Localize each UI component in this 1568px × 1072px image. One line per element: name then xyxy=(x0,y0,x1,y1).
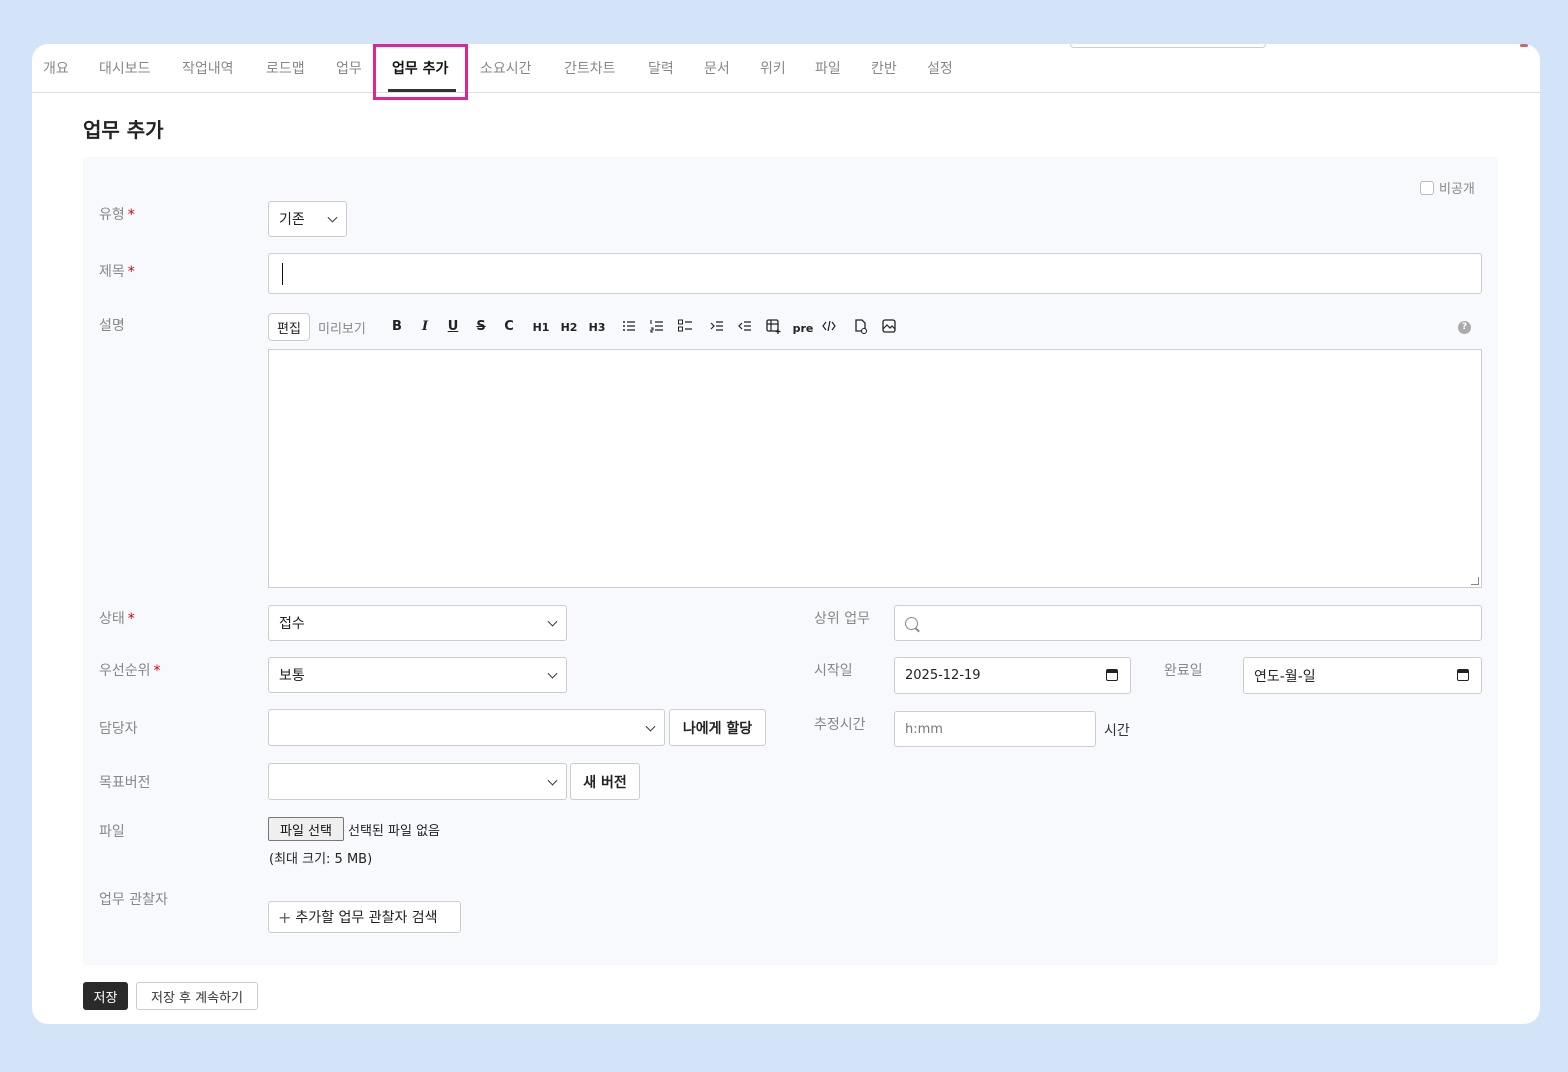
tab-files[interactable]: 파일 xyxy=(815,58,841,78)
outdent-icon[interactable] xyxy=(736,319,754,337)
status-select[interactable]: 접수 xyxy=(268,605,567,641)
tab-roadmap[interactable]: 로드맵 xyxy=(266,58,305,78)
calendar-icon[interactable] xyxy=(1106,669,1118,681)
description-label: 설명 xyxy=(99,318,125,334)
resize-handle-icon[interactable] xyxy=(1471,577,1479,585)
estimated-time-input[interactable]: h:mm xyxy=(894,711,1096,747)
tab-edit[interactable]: 편집 xyxy=(268,313,310,341)
heading1-icon[interactable]: H1 xyxy=(532,321,550,334)
heading3-icon[interactable]: H3 xyxy=(588,321,606,334)
chevron-down-icon xyxy=(547,775,558,786)
editor-toolbar: 편집 미리보기 B I U S C H1 H2 H3 pre ? xyxy=(268,312,1482,342)
hours-unit-label: 시간 xyxy=(1104,723,1130,739)
tab-calendar[interactable]: 달력 xyxy=(648,58,674,78)
assign-to-me-button[interactable]: 나에게 할당 xyxy=(669,709,766,746)
new-issue-form: 비공개 유형 * 기존 제목 * 설명 편집 미리보기 B I U S C H1 H… xyxy=(83,157,1498,965)
tab-time-entries[interactable]: 소요시간 xyxy=(480,58,532,78)
task-list-icon[interactable] xyxy=(676,319,694,337)
tab-activity[interactable]: 작업내역 xyxy=(182,58,234,78)
tab-kanban[interactable]: 칸반 xyxy=(871,58,897,78)
tab-dashboard[interactable]: 대시보드 xyxy=(99,58,151,78)
chevron-down-icon xyxy=(327,212,338,223)
parent-issue-input[interactable] xyxy=(894,605,1482,641)
project-tabs: 개요 대시보드 작업내역 로드맵 업무 업무 추가 소요시간 간트차트 달력 문… xyxy=(32,44,1540,100)
due-date-label: 완료일 xyxy=(1164,663,1203,679)
bold-icon[interactable]: B xyxy=(388,319,406,334)
target-version-label: 목표버전 xyxy=(99,775,151,791)
plus-icon: + xyxy=(278,907,292,927)
chevron-down-icon xyxy=(645,721,656,732)
page-title: 업무 추가 xyxy=(83,118,164,142)
calendar-icon[interactable] xyxy=(1457,669,1469,681)
assignee-select[interactable] xyxy=(268,709,665,746)
type-label: 유형 * xyxy=(99,207,135,223)
max-size-note: (최대 크기: 5 MB) xyxy=(269,852,373,867)
help-icon[interactable]: ? xyxy=(1458,321,1471,334)
description-textarea[interactable] xyxy=(268,349,1482,588)
heading2-icon[interactable]: H2 xyxy=(560,321,578,334)
start-date-label: 시작일 xyxy=(814,663,853,679)
save-button[interactable]: 저장 xyxy=(83,982,128,1010)
watchers-label: 업무 관찰자 xyxy=(99,892,168,908)
chevron-down-icon xyxy=(547,668,558,679)
no-file-text: 선택된 파일 없음 xyxy=(348,824,440,839)
parent-issue-label: 상위 업무 xyxy=(814,611,870,627)
tab-preview[interactable]: 미리보기 xyxy=(310,313,374,341)
numbered-list-icon[interactable] xyxy=(648,319,666,337)
tab-wiki[interactable]: 위키 xyxy=(760,58,786,78)
priority-label: 우선순위 * xyxy=(99,663,161,679)
estimated-time-label: 추정시간 xyxy=(814,717,866,733)
inline-code-icon[interactable]: C xyxy=(500,319,518,334)
file-label: 파일 xyxy=(99,824,125,840)
tab-documents[interactable]: 문서 xyxy=(704,58,730,78)
code-block-icon[interactable] xyxy=(820,319,838,337)
app-window: 개요 대시보드 작업내역 로드맵 업무 업무 추가 소요시간 간트차트 달력 문… xyxy=(32,44,1540,1024)
start-date-input[interactable]: 2025-12-19 xyxy=(894,657,1131,694)
subject-label: 제목 * xyxy=(99,264,135,280)
indent-icon[interactable] xyxy=(708,319,726,337)
due-date-input[interactable]: 연도-월-일 xyxy=(1243,657,1482,694)
italic-icon[interactable]: I xyxy=(416,319,434,334)
bullet-list-icon[interactable] xyxy=(620,319,638,337)
save-and-continue-button[interactable]: 저장 후 계속하기 xyxy=(136,982,258,1010)
attach-file-icon[interactable] xyxy=(852,319,870,338)
chevron-down-icon xyxy=(547,616,558,627)
checkbox-icon[interactable] xyxy=(1420,180,1434,195)
type-select[interactable]: 기존 xyxy=(268,201,347,237)
priority-select[interactable]: 보통 xyxy=(268,657,567,693)
text-cursor xyxy=(282,262,283,285)
subject-input[interactable] xyxy=(268,253,1482,294)
underline-icon[interactable]: U xyxy=(444,319,462,334)
strikethrough-icon[interactable]: S xyxy=(472,319,490,334)
image-icon[interactable] xyxy=(880,319,898,337)
tab-gantt[interactable]: 간트차트 xyxy=(564,58,616,78)
target-version-select[interactable] xyxy=(268,763,567,800)
private-label: 비공개 xyxy=(1439,182,1475,197)
tab-settings[interactable]: 설정 xyxy=(927,58,953,78)
search-watchers-button[interactable]: + 추가할 업무 관찰자 검색 xyxy=(268,901,461,933)
tab-issues[interactable]: 업무 xyxy=(336,58,362,78)
pre-icon[interactable]: pre xyxy=(792,322,814,335)
private-checkbox[interactable]: 비공개 xyxy=(1420,178,1475,197)
search-icon xyxy=(905,616,918,630)
new-version-button[interactable]: 새 버전 xyxy=(570,763,640,800)
choose-file-button[interactable]: 파일 선택 xyxy=(268,817,344,841)
status-label: 상태 * xyxy=(99,611,135,627)
assignee-label: 담당자 xyxy=(99,721,138,737)
tab-highlight-box xyxy=(373,44,468,100)
table-icon[interactable] xyxy=(764,319,782,338)
tab-overview[interactable]: 개요 xyxy=(43,58,69,78)
